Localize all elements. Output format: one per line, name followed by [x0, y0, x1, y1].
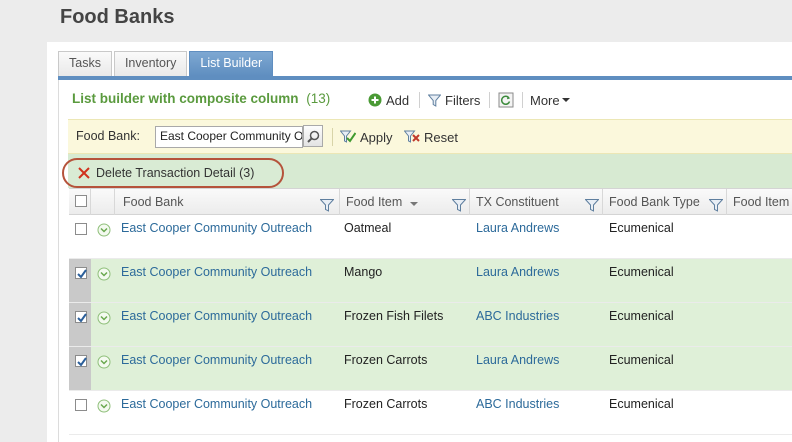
food-bank-link[interactable]: East Cooper Community Outreach	[121, 265, 312, 279]
list-title-text: List builder with composite column	[72, 91, 299, 106]
row-selector	[69, 347, 91, 390]
expand-row-icon[interactable]	[97, 223, 111, 237]
toolbar-divider	[489, 92, 490, 108]
expand-row-icon[interactable]	[97, 311, 111, 325]
tab-rule	[58, 76, 792, 80]
add-icon	[368, 93, 382, 107]
row-checkbox[interactable]	[75, 311, 87, 323]
food-item-cell: Frozen Carrots	[344, 353, 428, 367]
apply-filter-icon	[340, 130, 356, 144]
apply-label: Apply	[360, 129, 393, 145]
constituent-link[interactable]: Laura Andrews	[476, 353, 559, 367]
food-bank-link[interactable]: East Cooper Community Outreach	[121, 221, 312, 235]
select-all-checkbox[interactable]	[75, 195, 87, 207]
food-item-cell: Frozen Fish Filets	[344, 309, 444, 323]
grid-body: East Cooper Community Outreach Oatmeal Lau…	[69, 215, 792, 435]
search-icon	[306, 130, 320, 143]
refresh-icon	[498, 92, 514, 108]
constituent-link[interactable]: ABC Industries	[476, 397, 559, 411]
column-header-food-bank-type[interactable]: Food Bank Type	[603, 189, 727, 215]
list-title: List builder with composite column (13)	[72, 91, 330, 106]
row-selector	[69, 215, 91, 258]
row-selector	[69, 391, 91, 434]
row-checkbox[interactable]	[75, 399, 87, 411]
more-label: More	[530, 92, 560, 108]
expand-row-icon[interactable]	[97, 267, 111, 281]
column-label-food-bank-type: Food Bank Type	[609, 195, 700, 209]
column-label-food-item: Food Item	[346, 195, 403, 209]
search-button[interactable]	[303, 125, 323, 147]
row-checkbox[interactable]	[75, 223, 87, 235]
column-label-tx-constituent: TX Constituent	[476, 195, 559, 209]
food-item-cell: Frozen Carrots	[344, 397, 428, 411]
table-row[interactable]: East Cooper Community Outreach Frozen Fis…	[69, 303, 792, 347]
toolbar-divider	[522, 92, 523, 108]
more-button[interactable]: More	[530, 90, 570, 110]
column-header-tx-constituent[interactable]: TX Constituent	[470, 189, 603, 215]
expand-row-icon[interactable]	[97, 355, 111, 369]
tab-list-builder[interactable]: List Builder	[189, 51, 274, 76]
filter-icon	[428, 94, 441, 107]
delete-label: Delete Transaction Detail (3)	[96, 166, 255, 180]
constituent-link[interactable]: Laura Andrews	[476, 221, 559, 235]
delete-transaction-detail-button[interactable]: Delete Transaction Detail (3)	[62, 158, 284, 188]
list-count: (13)	[306, 91, 331, 106]
reset-button[interactable]: Reset	[404, 128, 458, 146]
panel-border	[58, 80, 59, 442]
apply-button[interactable]: Apply	[340, 128, 393, 146]
constituent-link[interactable]: ABC Industries	[476, 309, 559, 323]
grid-header: Food Bank Food Item TX Constituent Food …	[69, 188, 792, 215]
food-bank-type-cell: Ecumenical	[609, 265, 674, 279]
food-bank-type-cell: Ecumenical	[609, 353, 674, 367]
food-item-cell: Mango	[344, 265, 383, 279]
delete-x-icon	[78, 167, 90, 179]
food-bank-type-cell: Ecumenical	[609, 309, 674, 323]
filters-label: Filters	[445, 92, 481, 108]
reset-filter-icon	[404, 130, 420, 144]
left-gutter	[0, 0, 47, 442]
food-bank-filter-label: Food Bank:	[76, 129, 140, 143]
filter-divider	[332, 128, 333, 146]
toolbar-divider	[419, 92, 420, 108]
table-row[interactable]: East Cooper Community Outreach Frozen Car…	[69, 391, 792, 435]
column-header-food-item[interactable]: Food Item	[340, 189, 470, 215]
tab-strip: Tasks Inventory List Builder	[58, 51, 275, 76]
expander-header-cell	[91, 189, 115, 215]
expand-row-icon[interactable]	[97, 399, 111, 413]
filters-button[interactable]: Filters	[428, 90, 480, 110]
add-button[interactable]: Add	[368, 90, 409, 110]
food-bank-link[interactable]: East Cooper Community Outreach	[121, 353, 312, 367]
food-bank-filter-input[interactable]: East Cooper Community O	[155, 126, 303, 148]
page-title: Food Banks	[60, 6, 175, 28]
tab-tasks[interactable]: Tasks	[58, 51, 112, 76]
column-label-food-item-2: Food Item	[733, 195, 790, 209]
food-bank-type-cell: Ecumenical	[609, 221, 674, 235]
row-checkbox[interactable]	[75, 355, 87, 367]
food-bank-link[interactable]: East Cooper Community Outreach	[121, 397, 312, 411]
food-bank-type-cell: Ecumenical	[609, 397, 674, 411]
row-checkbox[interactable]	[75, 267, 87, 279]
select-all-cell	[69, 189, 91, 215]
constituent-link[interactable]: Laura Andrews	[476, 265, 559, 279]
filter-bar: Food Bank: East Cooper Community O Apply…	[68, 119, 792, 154]
food-bank-link[interactable]: East Cooper Community Outreach	[121, 309, 312, 323]
column-header-food-bank[interactable]: Food Bank	[115, 189, 340, 215]
reset-label: Reset	[424, 129, 458, 145]
table-row[interactable]: East Cooper Community Outreach Oatmeal Lau…	[69, 215, 792, 259]
sort-desc-icon	[409, 190, 418, 216]
tab-inventory[interactable]: Inventory	[113, 51, 188, 76]
table-row[interactable]: East Cooper Community Outreach Frozen Car…	[69, 347, 792, 391]
chevron-down-icon	[561, 97, 570, 103]
table-row[interactable]: East Cooper Community Outreach Mango Laura…	[69, 259, 792, 303]
food-item-cell: Oatmeal	[344, 221, 392, 235]
refresh-button[interactable]	[498, 90, 514, 110]
add-label: Add	[386, 92, 410, 108]
column-header-food-item-2[interactable]: Food Item	[727, 189, 792, 215]
column-label-food-bank: Food Bank	[123, 195, 184, 209]
data-grid: Food Bank Food Item TX Constituent Food …	[69, 188, 792, 435]
row-selector	[69, 259, 91, 302]
row-selector	[69, 303, 91, 346]
